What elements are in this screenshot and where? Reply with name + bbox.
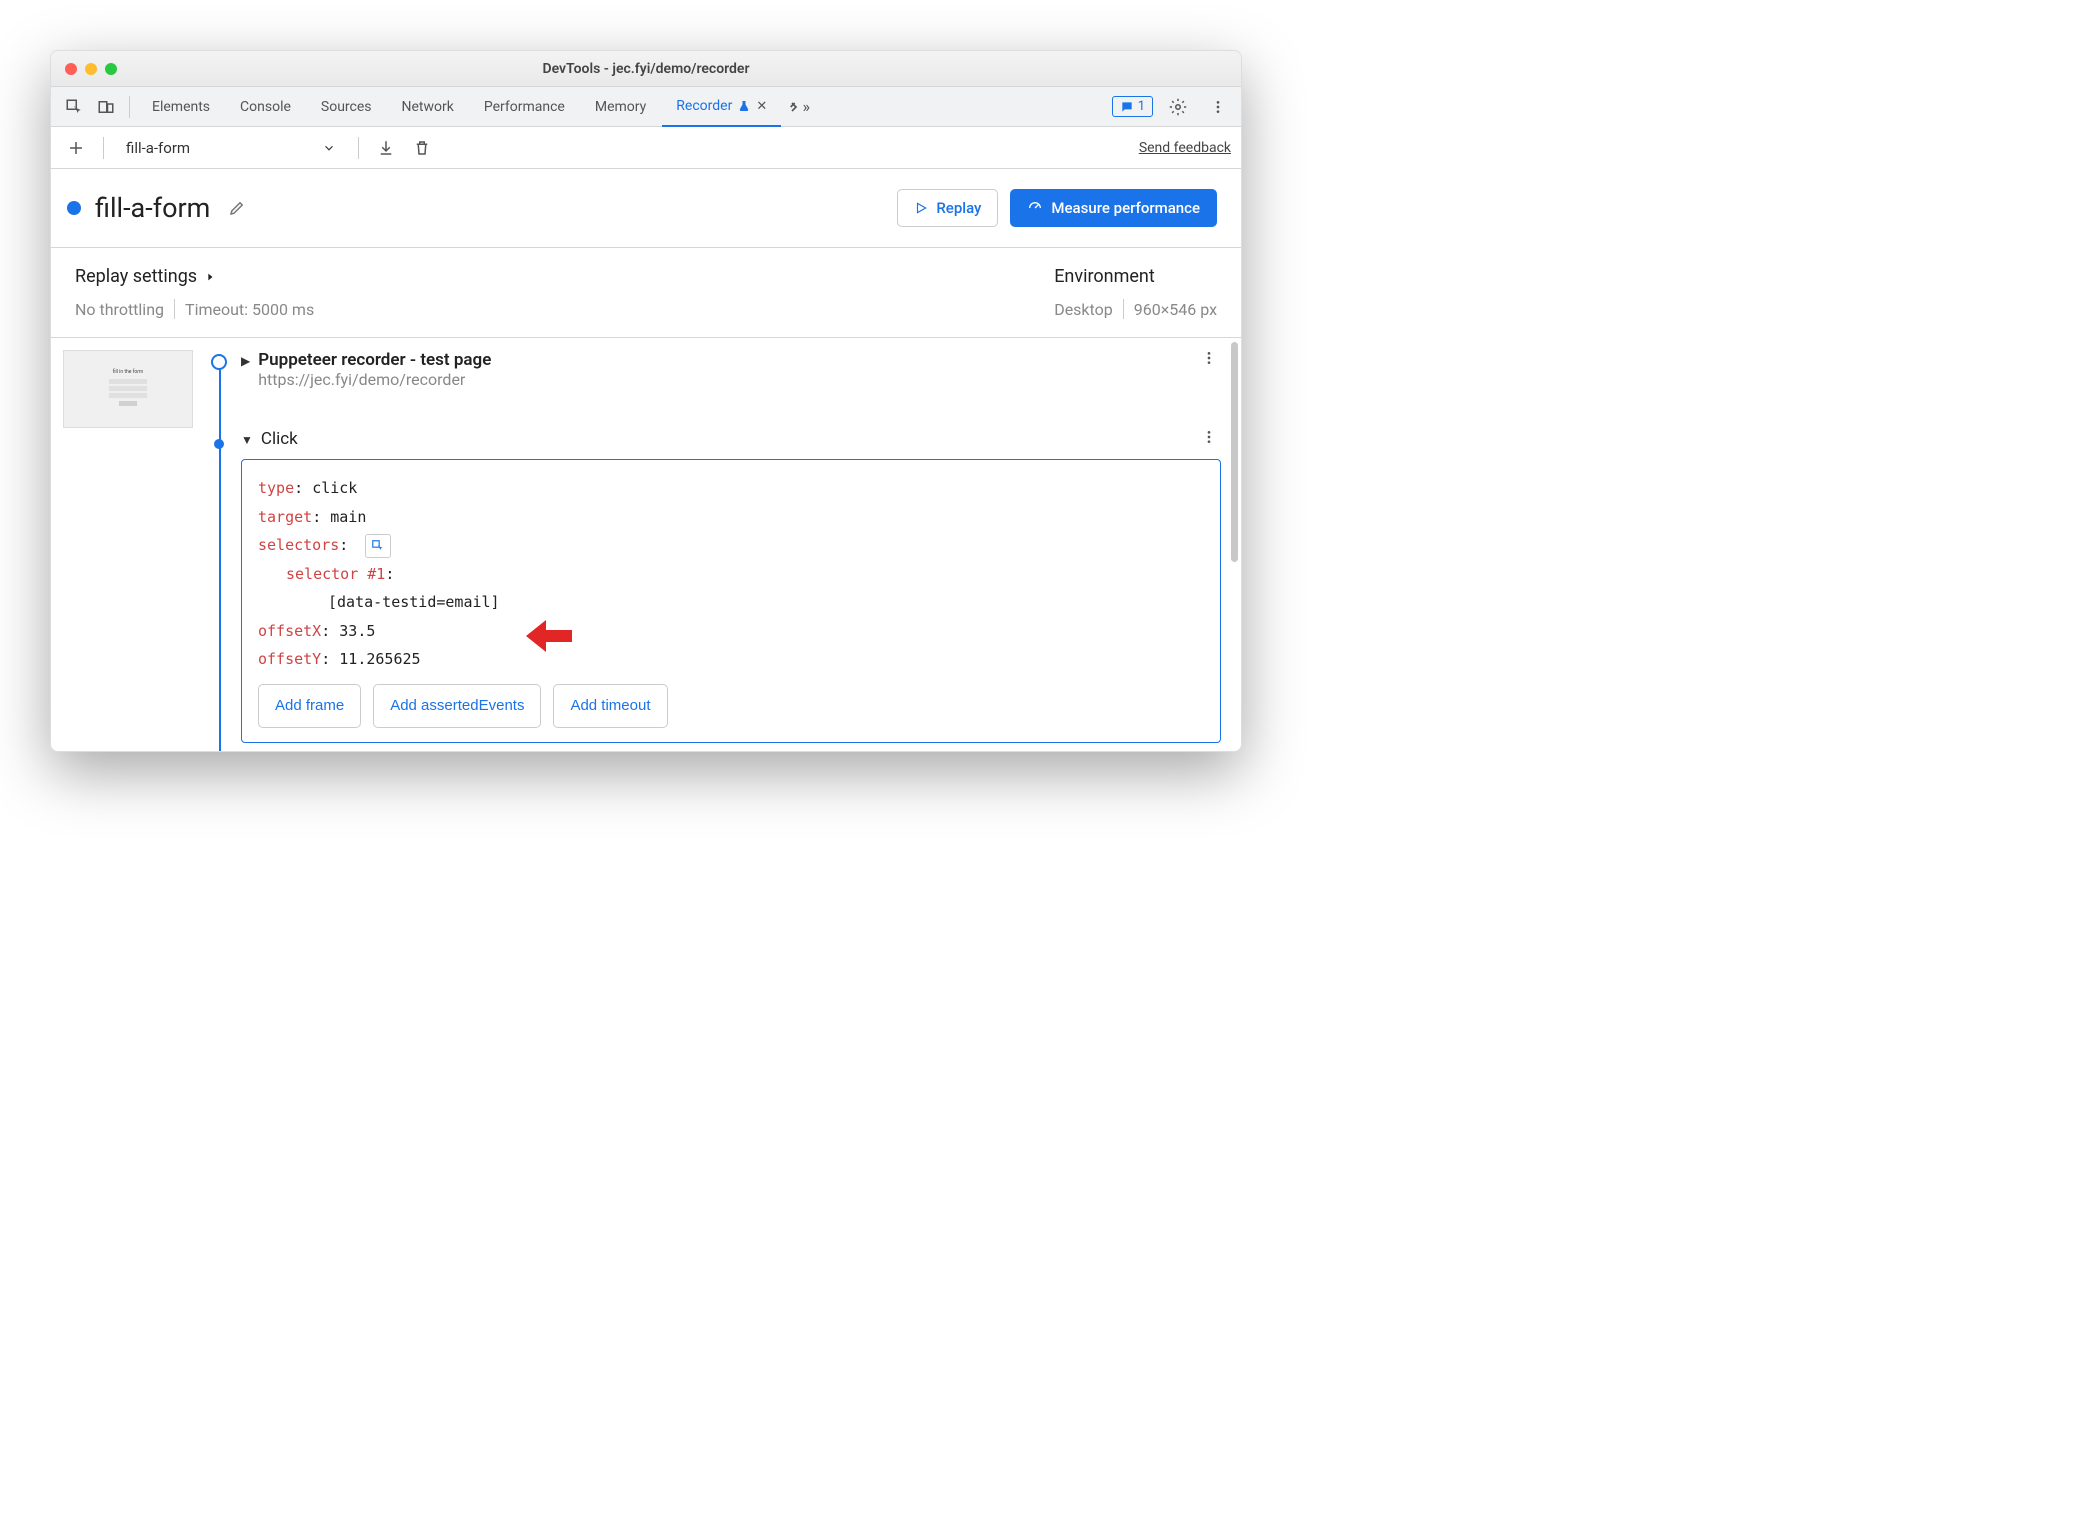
close-window-button[interactable] [65, 63, 77, 75]
tab-network[interactable]: Network [388, 87, 468, 126]
add-recording-icon[interactable] [61, 133, 91, 163]
titlebar: DevTools - jec.fyi/demo/recorder [51, 51, 1241, 87]
prop-key: target [258, 508, 312, 526]
pick-selector-icon[interactable] [365, 534, 391, 558]
device-value: Desktop [1054, 300, 1113, 319]
recording-select-value: fill-a-form [126, 139, 190, 157]
separator [103, 137, 104, 159]
replay-settings-label: Replay settings [75, 266, 197, 287]
gauge-icon [1027, 200, 1043, 216]
prop-value[interactable]: 11.265625 [339, 650, 420, 668]
step-click: ▼ Click type: click target: main selecto… [205, 429, 1221, 743]
selector-value[interactable]: [data-testid=email] [328, 593, 500, 611]
tab-recorder[interactable]: Recorder ✕ [662, 88, 781, 127]
tab-elements[interactable]: Elements [138, 87, 224, 126]
tabbar: Elements Console Sources Network Perform… [51, 87, 1241, 127]
recording-title: fill-a-form [95, 192, 210, 224]
prop-value[interactable]: 33.5 [339, 622, 375, 640]
step-title: Puppeteer recorder - test page [258, 350, 491, 370]
separator [174, 299, 175, 319]
send-feedback-link[interactable]: Send feedback [1139, 140, 1231, 156]
maximize-window-button[interactable] [105, 63, 117, 75]
devtools-window: DevTools - jec.fyi/demo/recorder Element… [50, 50, 1242, 752]
prop-key: selectors [258, 536, 339, 554]
separator [1123, 299, 1124, 319]
recording-header: fill-a-form Replay Measure performance [51, 169, 1241, 248]
step-menu-icon[interactable] [1201, 350, 1221, 366]
prop-key: offsetX [258, 622, 321, 640]
steps-area: fill in the form ▶ Puppeteer recorder - … [51, 338, 1241, 751]
step-url: https://jec.fyi/demo/recorder [258, 370, 491, 389]
measure-performance-button[interactable]: Measure performance [1010, 189, 1217, 227]
tab-label: Recorder [676, 98, 732, 114]
tab-sources[interactable]: Sources [307, 87, 386, 126]
tab-performance[interactable]: Performance [470, 87, 579, 126]
edit-title-icon[interactable] [222, 193, 252, 223]
add-asserted-events-button[interactable]: Add assertedEvents [373, 684, 541, 729]
annotation-arrow-icon [524, 616, 574, 656]
prop-key: offsetY [258, 650, 321, 668]
timeout-value: Timeout: 5000 ms [185, 300, 314, 319]
step-title: Click [261, 429, 298, 449]
delete-icon[interactable] [407, 133, 437, 163]
step-marker-dot [214, 439, 224, 449]
traffic-lights [65, 63, 117, 75]
page-thumbnail: fill in the form [63, 350, 193, 428]
play-icon [914, 201, 928, 215]
issues-count: 1 [1138, 99, 1145, 114]
window-title: DevTools - jec.fyi/demo/recorder [542, 61, 749, 77]
step-details-panel: type: click target: main selectors: sele… [241, 459, 1221, 743]
collapse-icon[interactable]: ▼ [241, 433, 253, 447]
issues-badge[interactable]: 1 [1112, 96, 1153, 117]
replay-settings-toggle[interactable]: Replay settings [75, 266, 314, 287]
more-tabs-icon[interactable]: » [783, 92, 813, 122]
prop-key: selector #1 [286, 565, 385, 583]
add-timeout-button[interactable]: Add timeout [553, 684, 667, 729]
recording-status-dot [67, 201, 81, 215]
environment-label: Environment [1054, 266, 1155, 287]
device-toggle-icon[interactable] [91, 92, 121, 122]
recorder-toolbar: fill-a-form Send feedback [51, 127, 1241, 169]
scrollbar[interactable] [1231, 342, 1238, 562]
chevron-down-icon [322, 141, 336, 155]
inspect-element-icon[interactable] [59, 92, 89, 122]
replay-button[interactable]: Replay [897, 189, 998, 227]
chevron-right-icon [205, 272, 215, 282]
measure-label: Measure performance [1051, 199, 1200, 217]
recording-select[interactable]: fill-a-form [116, 135, 346, 161]
message-icon [1120, 100, 1134, 114]
viewport-value: 960×546 px [1134, 300, 1217, 319]
tab-memory[interactable]: Memory [581, 87, 660, 126]
tab-console[interactable]: Console [226, 87, 305, 126]
flask-icon [738, 100, 750, 112]
replay-label: Replay [936, 199, 981, 217]
minimize-window-button[interactable] [85, 63, 97, 75]
separator [129, 96, 130, 118]
close-tab-icon[interactable]: ✕ [756, 99, 767, 114]
step-marker-icon [211, 354, 227, 370]
kebab-menu-icon[interactable] [1203, 92, 1233, 122]
settings-row: Replay settings No throttling Timeout: 5… [51, 248, 1241, 338]
add-frame-button[interactable]: Add frame [258, 684, 361, 729]
collapse-icon[interactable]: ▶ [241, 354, 250, 368]
step-navigate: ▶ Puppeteer recorder - test page https:/… [205, 350, 1221, 389]
timeline: ▶ Puppeteer recorder - test page https:/… [205, 338, 1241, 751]
prop-value[interactable]: click [312, 479, 357, 497]
separator [358, 137, 359, 159]
prop-value[interactable]: main [330, 508, 366, 526]
throttling-value: No throttling [75, 300, 164, 319]
export-icon[interactable] [371, 133, 401, 163]
settings-icon[interactable] [1163, 92, 1193, 122]
step-menu-icon[interactable] [1201, 429, 1221, 445]
prop-key: type [258, 479, 294, 497]
